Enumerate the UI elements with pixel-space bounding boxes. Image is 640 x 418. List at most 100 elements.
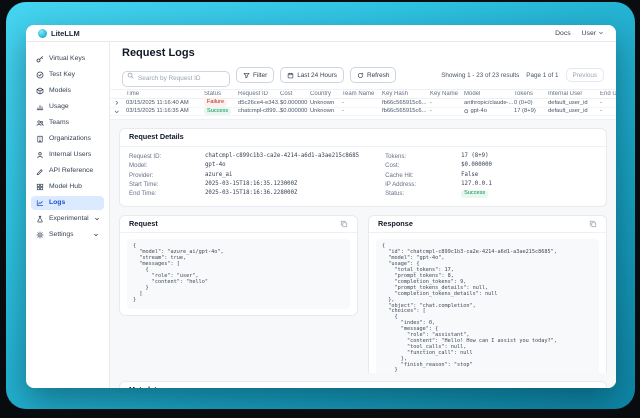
sidebar-label: Virtual Keys [49, 56, 85, 63]
sidebar-item-organizations[interactable]: Organizations [31, 132, 104, 146]
col-time: Time [126, 91, 204, 97]
user-menu-label: User [582, 30, 596, 37]
pagination: Showing 1 - 23 of 23 results Page 1 of 1… [441, 68, 604, 82]
cell-model: anthropic/claude-... [464, 100, 514, 106]
search-input[interactable] [122, 71, 230, 87]
building-icon [36, 135, 44, 143]
litellm-logo-icon [38, 29, 47, 38]
field-label: Start Time: [129, 180, 205, 189]
sidebar-item-teams[interactable]: Teams [31, 116, 104, 130]
col-tokens: Tokens [514, 91, 548, 97]
users-icon [36, 119, 44, 127]
response-panel-title: Response [378, 220, 413, 229]
cell-key-hash: fb66c565915c6... [382, 100, 430, 106]
gear-icon [36, 231, 44, 239]
sidebar-item-experimental[interactable]: Experimental [31, 212, 104, 226]
cell-request-id: chatcmpl-c899... [238, 108, 280, 114]
cell-time: 03/15/2025 11:16:40 AM [126, 100, 204, 106]
cell-cost: $0.000000 [280, 100, 310, 106]
cell-model: gpt-4o [464, 108, 514, 114]
brand-name: LiteLLM [51, 29, 80, 38]
line-chart-icon [36, 199, 44, 207]
request-logs-table: Time Status Request ID Cost Country Team… [110, 89, 616, 116]
copy-response-button[interactable] [589, 220, 597, 228]
cell-internal-user: default_user_id [548, 108, 600, 114]
model-name: gpt-4o [471, 108, 487, 114]
copy-icon [340, 220, 348, 228]
table-row[interactable]: 03/15/2025 11:16:40 AM Failure d5c26ce4-… [110, 99, 616, 108]
results-count: Showing 1 - 23 of 23 results [441, 72, 519, 79]
status-badge: Success [204, 107, 231, 115]
table-row[interactable]: 03/15/2025 11:16:35 AM Success chatcmpl-… [110, 108, 616, 117]
cell-tokens: 17 (8+9) [514, 108, 548, 114]
col-key-hash: Key Hash [382, 91, 430, 97]
request-id-value: chatcmpl-c899c1b3-ca2e-4214-a6d1-a3ae215… [205, 152, 359, 161]
sidebar-label: Usage [49, 104, 69, 111]
model-provider-icon [464, 109, 469, 114]
previous-page-button[interactable]: Previous [566, 68, 605, 82]
chevron-right-icon [114, 100, 120, 106]
cache-hit-value: False [461, 171, 478, 180]
flask-icon [36, 215, 44, 223]
sidebar-label: Settings [49, 232, 74, 239]
sidebar-item-logs[interactable]: Logs [31, 196, 104, 210]
refresh-button[interactable]: Refresh [350, 67, 396, 83]
metadata-title: Metadata [129, 386, 161, 388]
col-model: Model [464, 91, 514, 97]
status-badge: Failure [204, 99, 227, 107]
sidebar-item-settings[interactable]: Settings [31, 228, 104, 242]
sidebar-item-api-reference[interactable]: API Reference [31, 164, 104, 178]
docs-link[interactable]: Docs [555, 30, 571, 37]
sidebar-item-virtual-keys[interactable]: Virtual Keys [31, 52, 104, 66]
cell-status: Failure [204, 99, 238, 107]
request-details-grid: Request ID:chatcmpl-c899c1b3-ca2e-4214-a… [120, 147, 606, 206]
sidebar-label: Models [49, 88, 71, 95]
sidebar-label: Test Key [49, 72, 75, 79]
col-end-user: End User [600, 91, 616, 97]
col-country: Country [310, 91, 342, 97]
bar-chart-icon [36, 103, 44, 111]
cell-time: 03/15/2025 11:16:35 AM [126, 108, 204, 114]
expand-row-button[interactable] [114, 100, 126, 106]
cell-team-name: - [342, 100, 382, 106]
request-panel-title: Request [129, 220, 158, 229]
field-label: Model: [129, 161, 205, 170]
request-json: { "model": "azure_ai/gpt-4o", "stream": … [127, 239, 350, 308]
grid-icon [36, 183, 44, 191]
ip-address-value: 127.0.0.1 [461, 180, 492, 189]
cell-cost: $0.000000 [280, 108, 310, 114]
sidebar-item-internal-users[interactable]: Internal Users [31, 148, 104, 162]
status-badge: Success [461, 190, 488, 198]
sidebar-item-usage[interactable]: Usage [31, 100, 104, 114]
end-time-value: 2025-03-15T18:16:36.228000Z [205, 189, 297, 198]
cell-end-user: - [600, 108, 616, 114]
time-range-label: Last 24 Hours [297, 72, 337, 79]
search-box [122, 67, 230, 83]
field-label: Request ID: [129, 152, 205, 161]
chevron-down-icon [93, 232, 99, 238]
collapse-row-button[interactable] [114, 109, 126, 115]
refresh-button-label: Refresh [367, 72, 389, 79]
filter-button[interactable]: Filter [236, 67, 274, 83]
cube-icon [36, 87, 44, 95]
request-details-card: Request Details Request ID:chatcmpl-c899… [119, 128, 607, 207]
response-panel: Response { "id": "chatcmpl-c899c1b3-ca2e… [368, 215, 607, 373]
chevron-down-icon [94, 216, 100, 222]
pen-icon [36, 167, 44, 175]
time-range-button[interactable]: Last 24 Hours [280, 67, 344, 83]
sidebar-item-test-key[interactable]: Test Key [31, 68, 104, 82]
field-label: Cache Hit: [385, 171, 461, 180]
user-menu[interactable]: User [582, 30, 604, 37]
table-header-row: Time Status Request ID Cost Country Team… [110, 89, 616, 99]
sidebar-item-model-hub[interactable]: Model Hub [31, 180, 104, 194]
refresh-icon [357, 72, 364, 79]
cell-internal-user: default_user_id [548, 100, 600, 106]
sidebar-item-models[interactable]: Models [31, 84, 104, 98]
main-content: Request Logs Filter Last 24 Hours Refres… [110, 42, 616, 388]
col-status: Status [204, 91, 238, 97]
cell-country: Unknown [310, 100, 342, 106]
sidebar-label: Teams [49, 120, 69, 127]
col-key-name: Key Name [430, 91, 464, 97]
copy-request-button[interactable] [340, 220, 348, 228]
request-details-header: Request Details [120, 129, 606, 147]
